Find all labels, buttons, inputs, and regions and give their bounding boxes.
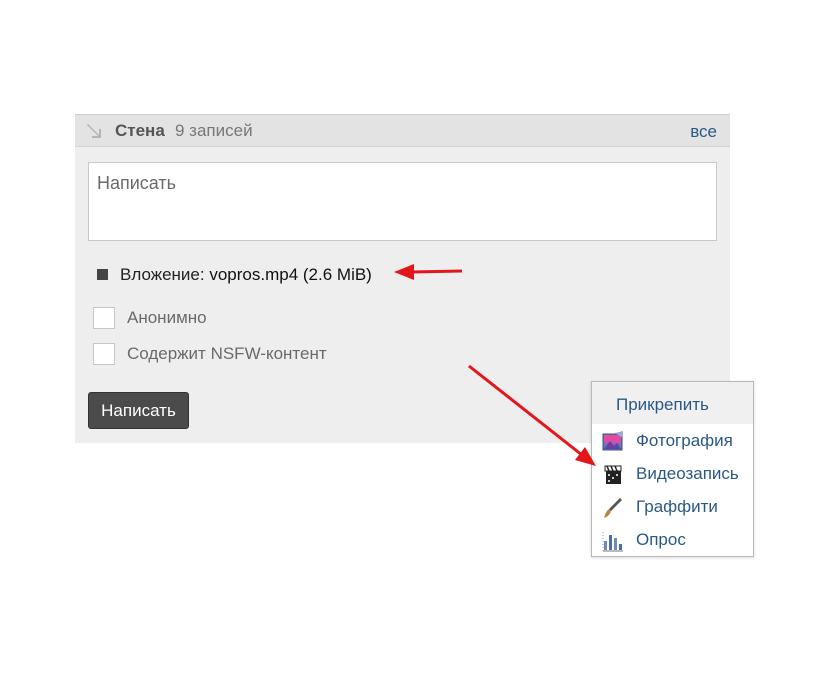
- wall-arrow-icon: [87, 124, 101, 138]
- nsfw-label: Содержит NSFW-контент: [127, 344, 327, 363]
- attach-menu-header[interactable]: Прикрепить: [592, 382, 753, 424]
- photo-icon: [602, 431, 623, 451]
- wall-title: Стена: [115, 121, 165, 140]
- wall-header: Стена 9 записей все: [75, 114, 730, 147]
- submit-button[interactable]: Написать: [88, 392, 189, 429]
- attach-menu-item-label: Граффити: [636, 497, 718, 516]
- anonymous-checkbox[interactable]: [93, 307, 115, 329]
- attachment-label: Вложение: vopros.mp4 (2.6 MiB): [120, 265, 372, 285]
- attachment-bullet-icon: [97, 269, 108, 280]
- video-icon: [604, 465, 622, 484]
- attach-menu-item-video[interactable]: Видеозапись: [592, 458, 753, 490]
- attachment-file[interactable]: vopros.mp4 (2.6 MiB): [209, 265, 372, 284]
- anonymous-label: Анонимно: [127, 308, 207, 327]
- poll-icon: [602, 532, 623, 552]
- wall-all-link[interactable]: все: [690, 122, 717, 142]
- attach-menu-item-graffiti[interactable]: Граффити: [592, 491, 753, 523]
- attach-menu-item-label: Опрос: [636, 530, 686, 549]
- attach-menu-item-photo[interactable]: Фотография: [592, 425, 753, 457]
- nsfw-checkbox[interactable]: [93, 343, 115, 365]
- attachment-label-text: Вложение:: [120, 265, 205, 284]
- attach-menu: Прикрепить Фотография Видеозапись Граффи…: [591, 381, 754, 557]
- attach-menu-item-label: Фотография: [636, 431, 733, 450]
- attach-menu-item-poll[interactable]: Опрос: [592, 524, 753, 556]
- attach-menu-item-label: Видеозапись: [636, 464, 739, 483]
- wall-post-count: 9 записей: [175, 121, 253, 140]
- attach-menu-title: Прикрепить: [616, 395, 709, 414]
- compose-textarea[interactable]: Написать: [88, 162, 717, 241]
- brush-icon: [604, 498, 622, 518]
- compose-placeholder: Написать: [97, 173, 177, 193]
